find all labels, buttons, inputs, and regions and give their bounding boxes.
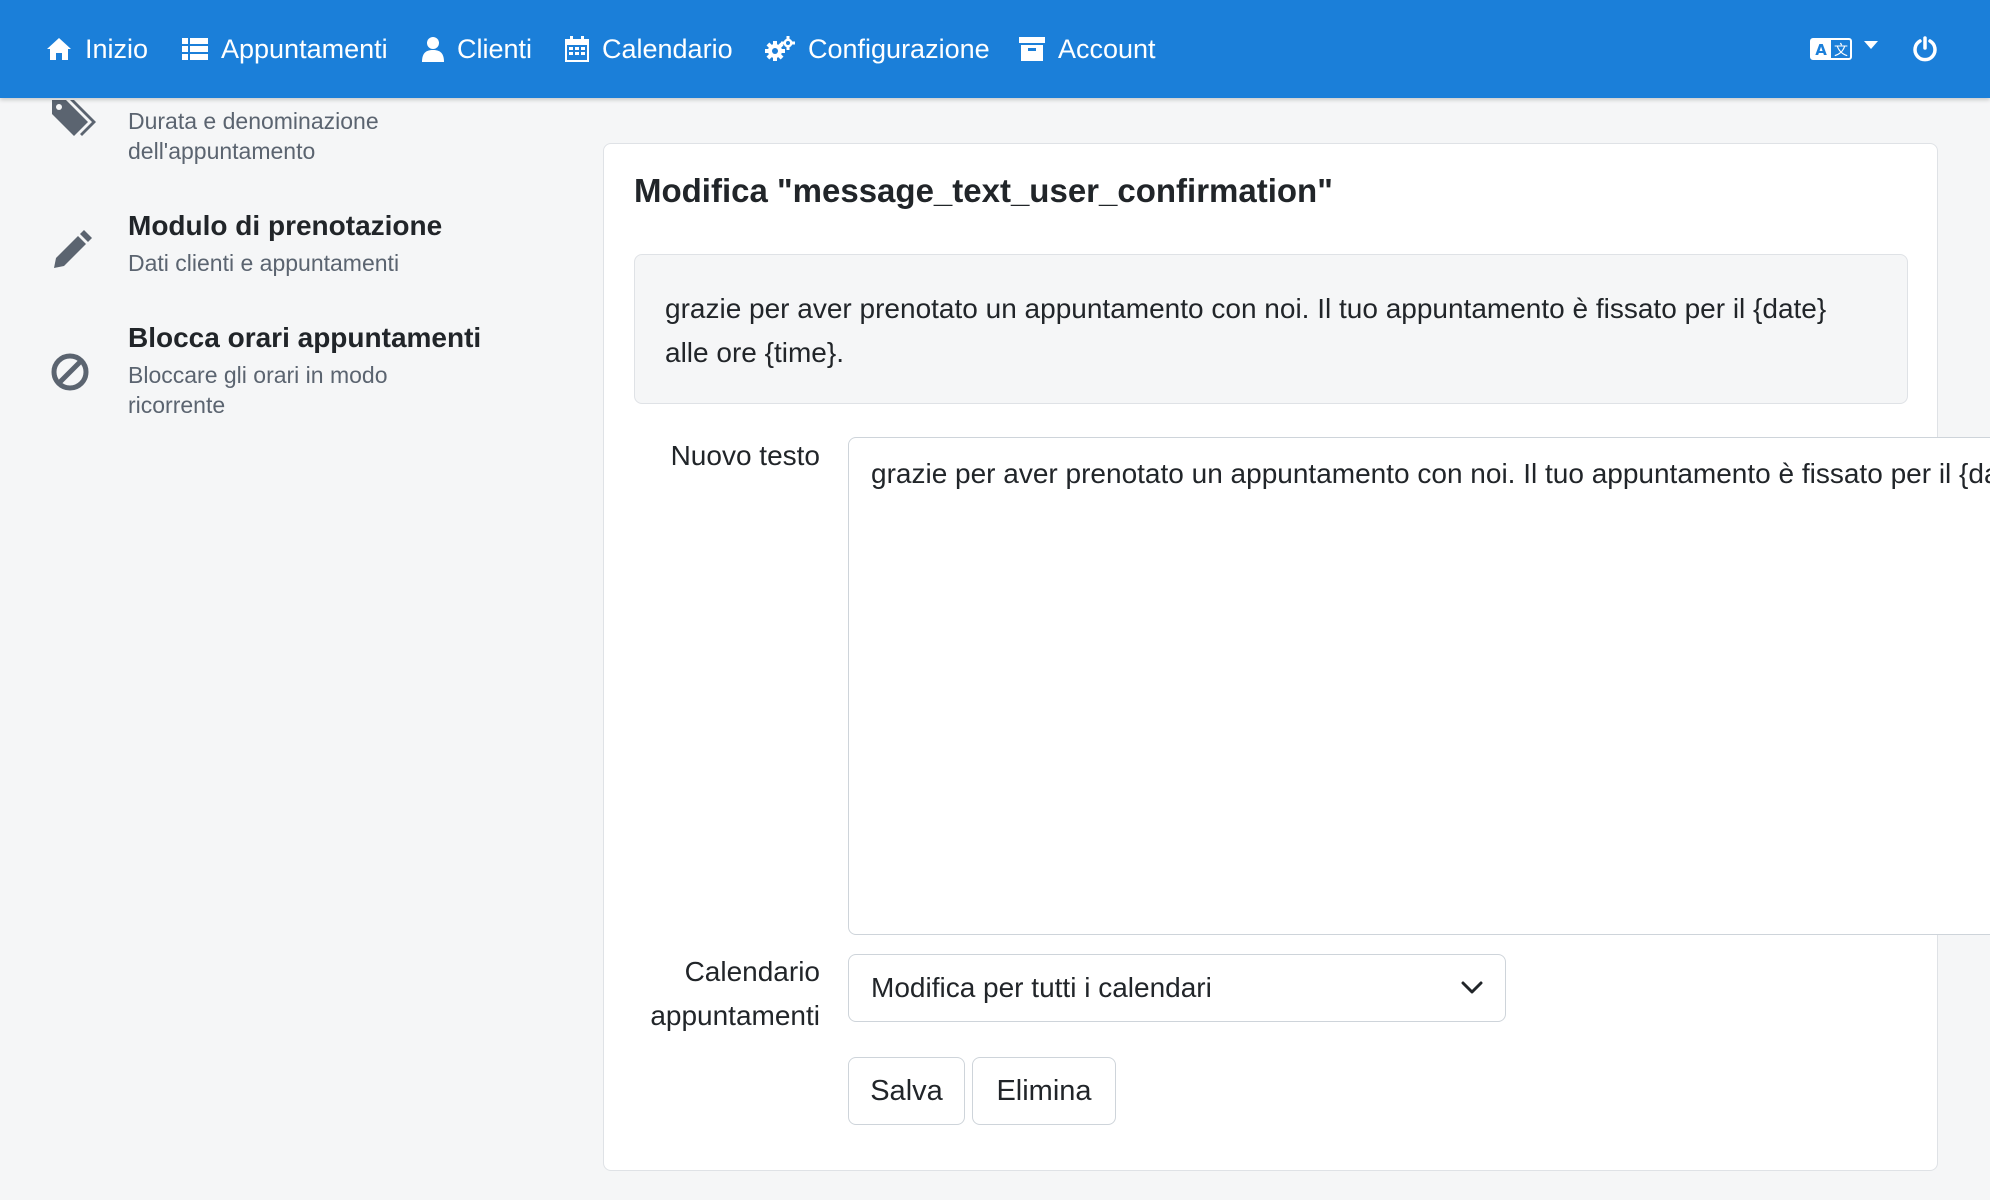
- user-icon: [422, 37, 444, 62]
- caret-down-icon: [1864, 41, 1878, 49]
- language-dropdown[interactable]: A 文: [1810, 0, 1880, 98]
- svg-text:文: 文: [1834, 43, 1848, 59]
- nav-label: Calendario: [602, 33, 733, 64]
- sidebar-item-title: Modulo di prenotazione: [128, 210, 443, 241]
- delete-button[interactable]: Elimina: [972, 1057, 1116, 1125]
- sidebar-item-modulo-prenotazione[interactable]: Modulo di prenotazione Dati clienti e ap…: [50, 210, 570, 290]
- archive-icon: [1019, 37, 1045, 61]
- sidebar-item-description: Dati clienti e appuntamenti: [128, 250, 400, 276]
- nav-label: Configurazione: [808, 33, 990, 64]
- pencil-icon: [54, 230, 92, 268]
- nav-label: Account: [1058, 33, 1156, 64]
- nav-label: Appuntamenti: [221, 33, 388, 64]
- top-navbar: Inizio Appuntamenti Clienti Calendario C…: [0, 0, 1990, 98]
- save-button[interactable]: Salva: [848, 1057, 965, 1125]
- language-icon: A 文: [1810, 38, 1852, 60]
- card-title: Modifica "message_text_user_confirmation…: [634, 172, 1333, 209]
- sidebar-item-title: Blocca orari appuntamenti: [128, 322, 482, 353]
- ban-icon: [51, 353, 89, 391]
- nav-clienti[interactable]: Clienti: [422, 0, 532, 98]
- nav-account[interactable]: Account: [1019, 0, 1156, 98]
- nav-configurazione[interactable]: Configurazione: [765, 0, 990, 98]
- calendar-label-line: Calendario: [684, 956, 820, 987]
- nav-label: Inizio: [85, 33, 149, 64]
- home-icon: [47, 38, 71, 60]
- svg-text:A: A: [1815, 41, 1827, 59]
- new-text-label: Nuovo testo: [670, 440, 820, 471]
- nav-inizio[interactable]: Inizio: [46, 0, 148, 98]
- list-icon: [182, 38, 208, 60]
- cogs-icon: [765, 36, 795, 61]
- sidebar-item-description: Durata e denominazione dell'appuntamento: [128, 108, 379, 164]
- power-icon: [1913, 36, 1937, 62]
- current-text-box: grazie per aver prenotato un appuntament…: [634, 254, 1908, 404]
- chevron-down-icon: [1461, 981, 1483, 994]
- sidebar-item-blocca-orari[interactable]: Blocca orari appuntamenti Bloccare gli o…: [50, 322, 570, 422]
- calendar-label: Calendario appuntamenti: [624, 950, 820, 1038]
- edit-translation-card: Modifica "message_text_user_confirmation…: [603, 143, 1990, 1171]
- logout-button[interactable]: [1912, 0, 1938, 98]
- nav-label: Clienti: [457, 33, 533, 64]
- calendar-label-line: appuntamenti: [650, 1000, 820, 1031]
- calendar-icon: [565, 36, 589, 62]
- nav-calendario[interactable]: Calendario: [565, 0, 733, 98]
- sidebar-item-description: Bloccare gli orari in modo ricorrente: [128, 362, 388, 418]
- tags-icon: [52, 100, 96, 136]
- new-text-textarea[interactable]: grazie per aver prenotato un appuntament…: [848, 437, 1990, 935]
- nav-appuntamenti[interactable]: Appuntamenti: [182, 0, 388, 98]
- calendar-select-value: Modifica per tutti i calendari: [871, 972, 1212, 1003]
- calendar-select[interactable]: Modifica per tutti i calendari: [848, 954, 1506, 1022]
